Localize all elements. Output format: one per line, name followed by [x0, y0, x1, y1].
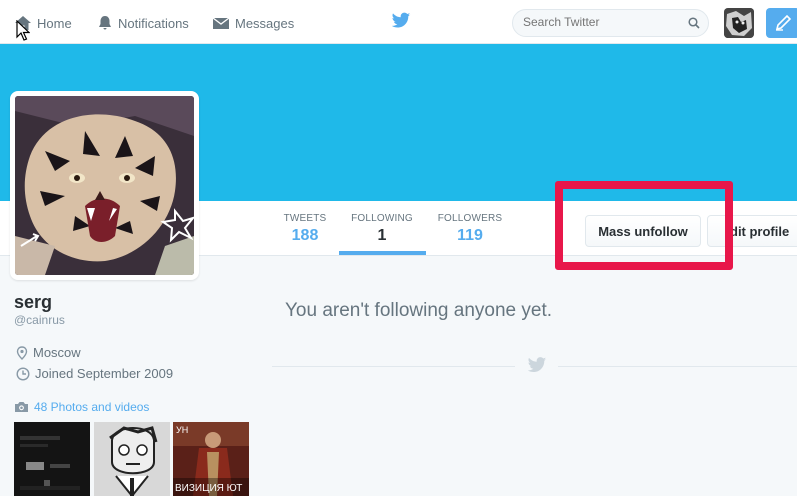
profile-joined-text: Joined September 2009 — [35, 366, 174, 381]
bell-icon — [99, 16, 111, 30]
stat-following-label: FOLLOWING — [351, 213, 413, 224]
profile-location-text: Moscow — [33, 345, 81, 360]
account-avatar[interactable] — [724, 8, 754, 38]
nav-notifications[interactable]: Notifications — [97, 13, 189, 33]
compose-tweet-button[interactable] — [766, 8, 797, 38]
stat-tweets-label: TWEETS — [283, 213, 327, 224]
highlight-annotation — [555, 181, 733, 270]
camera-icon — [15, 402, 28, 412]
profile-name[interactable]: serg — [14, 292, 52, 313]
divider — [272, 366, 515, 367]
media-thumbnail[interactable] — [14, 422, 90, 496]
thumbnail-caption-bottom: ВИЗИЦИЯ ЮТ — [175, 483, 243, 494]
envelope-icon — [212, 17, 230, 29]
calendar-clock-icon — [16, 366, 30, 381]
empty-following-message: You aren't following anyone yet. — [285, 300, 553, 321]
nav-home-label: Home — [37, 15, 72, 31]
location-pin-icon — [16, 345, 28, 360]
search-icon[interactable] — [688, 17, 700, 29]
divider — [558, 366, 797, 367]
stat-following-value: 1 — [377, 227, 387, 244]
twitter-logo-icon[interactable] — [391, 12, 411, 35]
profile-joined: Joined September 2009 — [16, 366, 173, 381]
stat-followers-label: FOLLOWERS — [437, 213, 503, 224]
stat-followers-value: 119 — [457, 227, 483, 244]
stat-following[interactable]: FOLLOWING 1 — [344, 213, 420, 245]
profile-location: Moscow — [16, 345, 81, 360]
nav-messages[interactable]: Messages — [212, 13, 294, 33]
search-box[interactable] — [512, 9, 709, 37]
twitter-bird-icon — [527, 357, 547, 372]
quill-icon — [775, 14, 792, 31]
nav-messages-label: Messages — [235, 15, 295, 31]
stat-followers[interactable]: FOLLOWERS 119 — [432, 213, 508, 245]
profile-handle[interactable]: @cainrus — [14, 313, 65, 327]
photos-videos-label: 48 Photos and videos — [34, 400, 150, 414]
active-tab-indicator — [339, 251, 426, 255]
tiger-image — [15, 96, 194, 275]
photos-videos-link[interactable]: 48 Photos and videos — [14, 400, 149, 414]
profile-avatar[interactable] — [10, 91, 199, 280]
search-input[interactable] — [523, 15, 683, 29]
top-navigation: Home Notifications Messages — [0, 0, 797, 44]
media-thumbnail[interactable]: УН ВИЗИЦИЯ ЮТ — [173, 422, 249, 496]
nav-notifications-label: Notifications — [118, 15, 189, 31]
stat-tweets[interactable]: TWEETS 188 — [278, 213, 332, 245]
thumbnail-caption-top: УН — [176, 425, 189, 435]
mouse-cursor-icon — [16, 20, 30, 41]
stat-tweets-value: 188 — [291, 227, 319, 244]
media-thumbnail[interactable] — [94, 422, 170, 496]
